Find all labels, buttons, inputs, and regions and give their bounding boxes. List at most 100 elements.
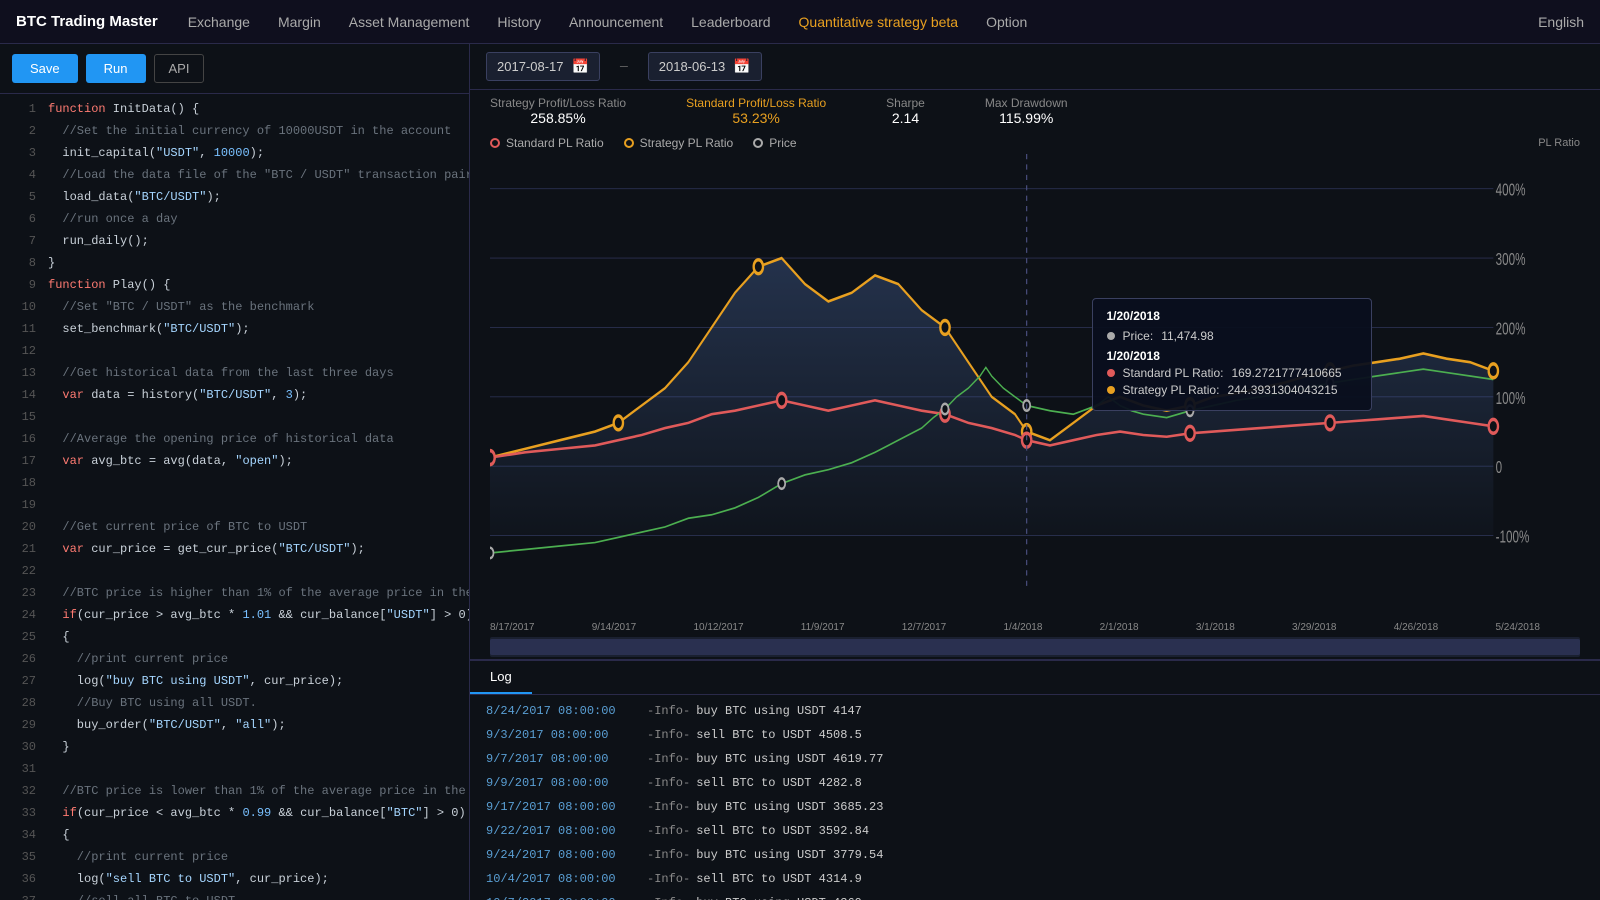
code-line: 23 //BTC price is higher than 1% of the … [0,582,469,604]
line-code: //print current price [48,846,228,868]
code-line: 35 //print current price [0,846,469,868]
code-line: 32 //BTC price is lower than 1% of the a… [0,780,469,802]
chart-area[interactable]: 400% 300% 200% 100% 0 -100% 8/17/2017 9/… [470,154,1600,635]
tooltip-strategy-value: 244.3931304043215 [1227,383,1337,397]
x-label-1: 9/14/2017 [592,622,637,633]
line-number: 31 [8,758,36,780]
tooltip-price-label: Price: [1123,329,1154,343]
nav-exchange[interactable]: Exchange [188,14,250,30]
code-line: 26 //print current price [0,648,469,670]
log-entry: 9/3/2017 08:00:00-Info-sell BTC to USDT … [470,723,1600,747]
line-code: //Get historical data from the last thre… [48,362,394,384]
code-line: 21 var cur_price = get_cur_price("BTC/US… [0,538,469,560]
sharpe-value: 2.14 [886,110,925,126]
line-number: 28 [8,692,36,714]
x-label-4: 12/7/2017 [902,622,947,633]
log-level: -Info- [647,870,690,888]
line-number: 35 [8,846,36,868]
line-code: set_benchmark("BTC/USDT"); [48,318,250,340]
tooltip-standard-value: 169.2721777410665 [1231,366,1341,380]
scroll-handle[interactable] [490,639,1580,655]
nav-asset-management[interactable]: Asset Management [349,14,470,30]
nav-leaderboard[interactable]: Leaderboard [691,14,770,30]
right-panel: 2017-08-17 📅 — 2018-06-13 📅 Strategy Pro… [470,44,1600,900]
legend-standard-label: Standard PL Ratio [506,136,604,150]
code-line: 6 //run once a day [0,208,469,230]
line-code: { [48,824,70,846]
code-line: 25 { [0,626,469,648]
code-line: 2 //Set the initial currency of 10000USD… [0,120,469,142]
api-button[interactable]: API [154,54,205,83]
log-level: -Info- [647,702,690,720]
line-number: 30 [8,736,36,758]
nav-margin[interactable]: Margin [278,14,321,30]
line-code: function InitData() { [48,98,199,120]
code-editor[interactable]: 1function InitData() {2 //Set the initia… [0,94,469,900]
tooltip-date: 1/20/2018 [1107,309,1357,323]
code-line: 34 { [0,824,469,846]
save-button[interactable]: Save [12,54,78,83]
line-code: buy_order("BTC/USDT", "all"); [48,714,286,736]
nav-menu: Exchange Margin Asset Management History… [188,14,1028,30]
language-selector[interactable]: English [1538,14,1584,30]
line-code: if(cur_price < avg_btc * 0.99 && cur_bal… [48,802,466,824]
code-line: 8} [0,252,469,274]
line-number: 11 [8,318,36,340]
legend-price-label: Price [769,136,796,150]
log-message: buy BTC using USDT 4369 [696,894,862,900]
log-entry: 9/22/2017 08:00:00-Info-sell BTC to USDT… [470,819,1600,843]
code-line: 33 if(cur_price < avg_btc * 0.99 && cur_… [0,802,469,824]
strategy-pl-value: 258.85% [490,110,626,126]
line-code: function Play() { [48,274,170,296]
line-code: var avg_btc = avg(data, "open"); [48,450,293,472]
line-number: 34 [8,824,36,846]
line-number: 24 [8,604,36,626]
start-date-picker[interactable]: 2017-08-17 📅 [486,52,600,81]
nav-history[interactable]: History [497,14,541,30]
log-level: -Info- [647,798,690,816]
code-line: 31 [0,758,469,780]
x-label-5: 1/4/2018 [1003,622,1042,633]
legend-dot-strategy [624,138,634,148]
code-line: 14 var data = history("BTC/USDT", 3); [0,384,469,406]
sharpe-label: Sharpe [886,96,925,110]
log-level: -Info- [647,726,690,744]
end-date-picker[interactable]: 2018-06-13 📅 [648,52,762,81]
line-number: 27 [8,670,36,692]
standard-pl-value: 53.23% [686,110,826,126]
chart-scrollbar[interactable] [490,637,1580,657]
run-button[interactable]: Run [86,54,146,83]
log-tab[interactable]: Log [470,661,532,694]
editor-toolbar: Save Run API [0,44,469,94]
code-line: 10 //Set "BTC / USDT" as the benchmark [0,296,469,318]
line-code: } [48,252,55,274]
max-drawdown-stat: Max Drawdown 115.99% [985,96,1068,126]
line-code: //Average the opening price of historica… [48,428,394,450]
line-number: 5 [8,186,36,208]
max-drawdown-label: Max Drawdown [985,96,1068,110]
code-line: 19 [0,494,469,516]
log-message: buy BTC using USDT 3779.54 [696,846,883,864]
code-line: 15 [0,406,469,428]
nav-option[interactable]: Option [986,14,1027,30]
line-code: run_daily(); [48,230,149,252]
calendar-icon-end: 📅 [733,58,750,75]
code-line: 18 [0,472,469,494]
code-line: 11 set_benchmark("BTC/USDT"); [0,318,469,340]
log-timestamp: 9/9/2017 08:00:00 [486,774,641,792]
x-label-2: 10/12/2017 [693,622,743,633]
log-timestamp: 9/24/2017 08:00:00 [486,846,641,864]
line-number: 19 [8,494,36,516]
line-number: 2 [8,120,36,142]
line-code: //Set the initial currency of 10000USDT … [48,120,451,142]
nav-announcement[interactable]: Announcement [569,14,663,30]
nav-quant-strategy[interactable]: Quantitative strategy beta [799,14,959,30]
log-content[interactable]: 8/24/2017 08:00:00-Info-buy BTC using US… [470,695,1600,900]
log-timestamp: 9/7/2017 08:00:00 [486,750,641,768]
log-level: -Info- [647,894,690,900]
code-line: 37 //sell all BTC to USDT [0,890,469,900]
log-entry: 9/7/2017 08:00:00-Info-buy BTC using USD… [470,747,1600,771]
chart-header: 2017-08-17 📅 — 2018-06-13 📅 [470,44,1600,90]
strategy-pl-label: Strategy Profit/Loss Ratio [490,96,626,110]
log-level: -Info- [647,846,690,864]
